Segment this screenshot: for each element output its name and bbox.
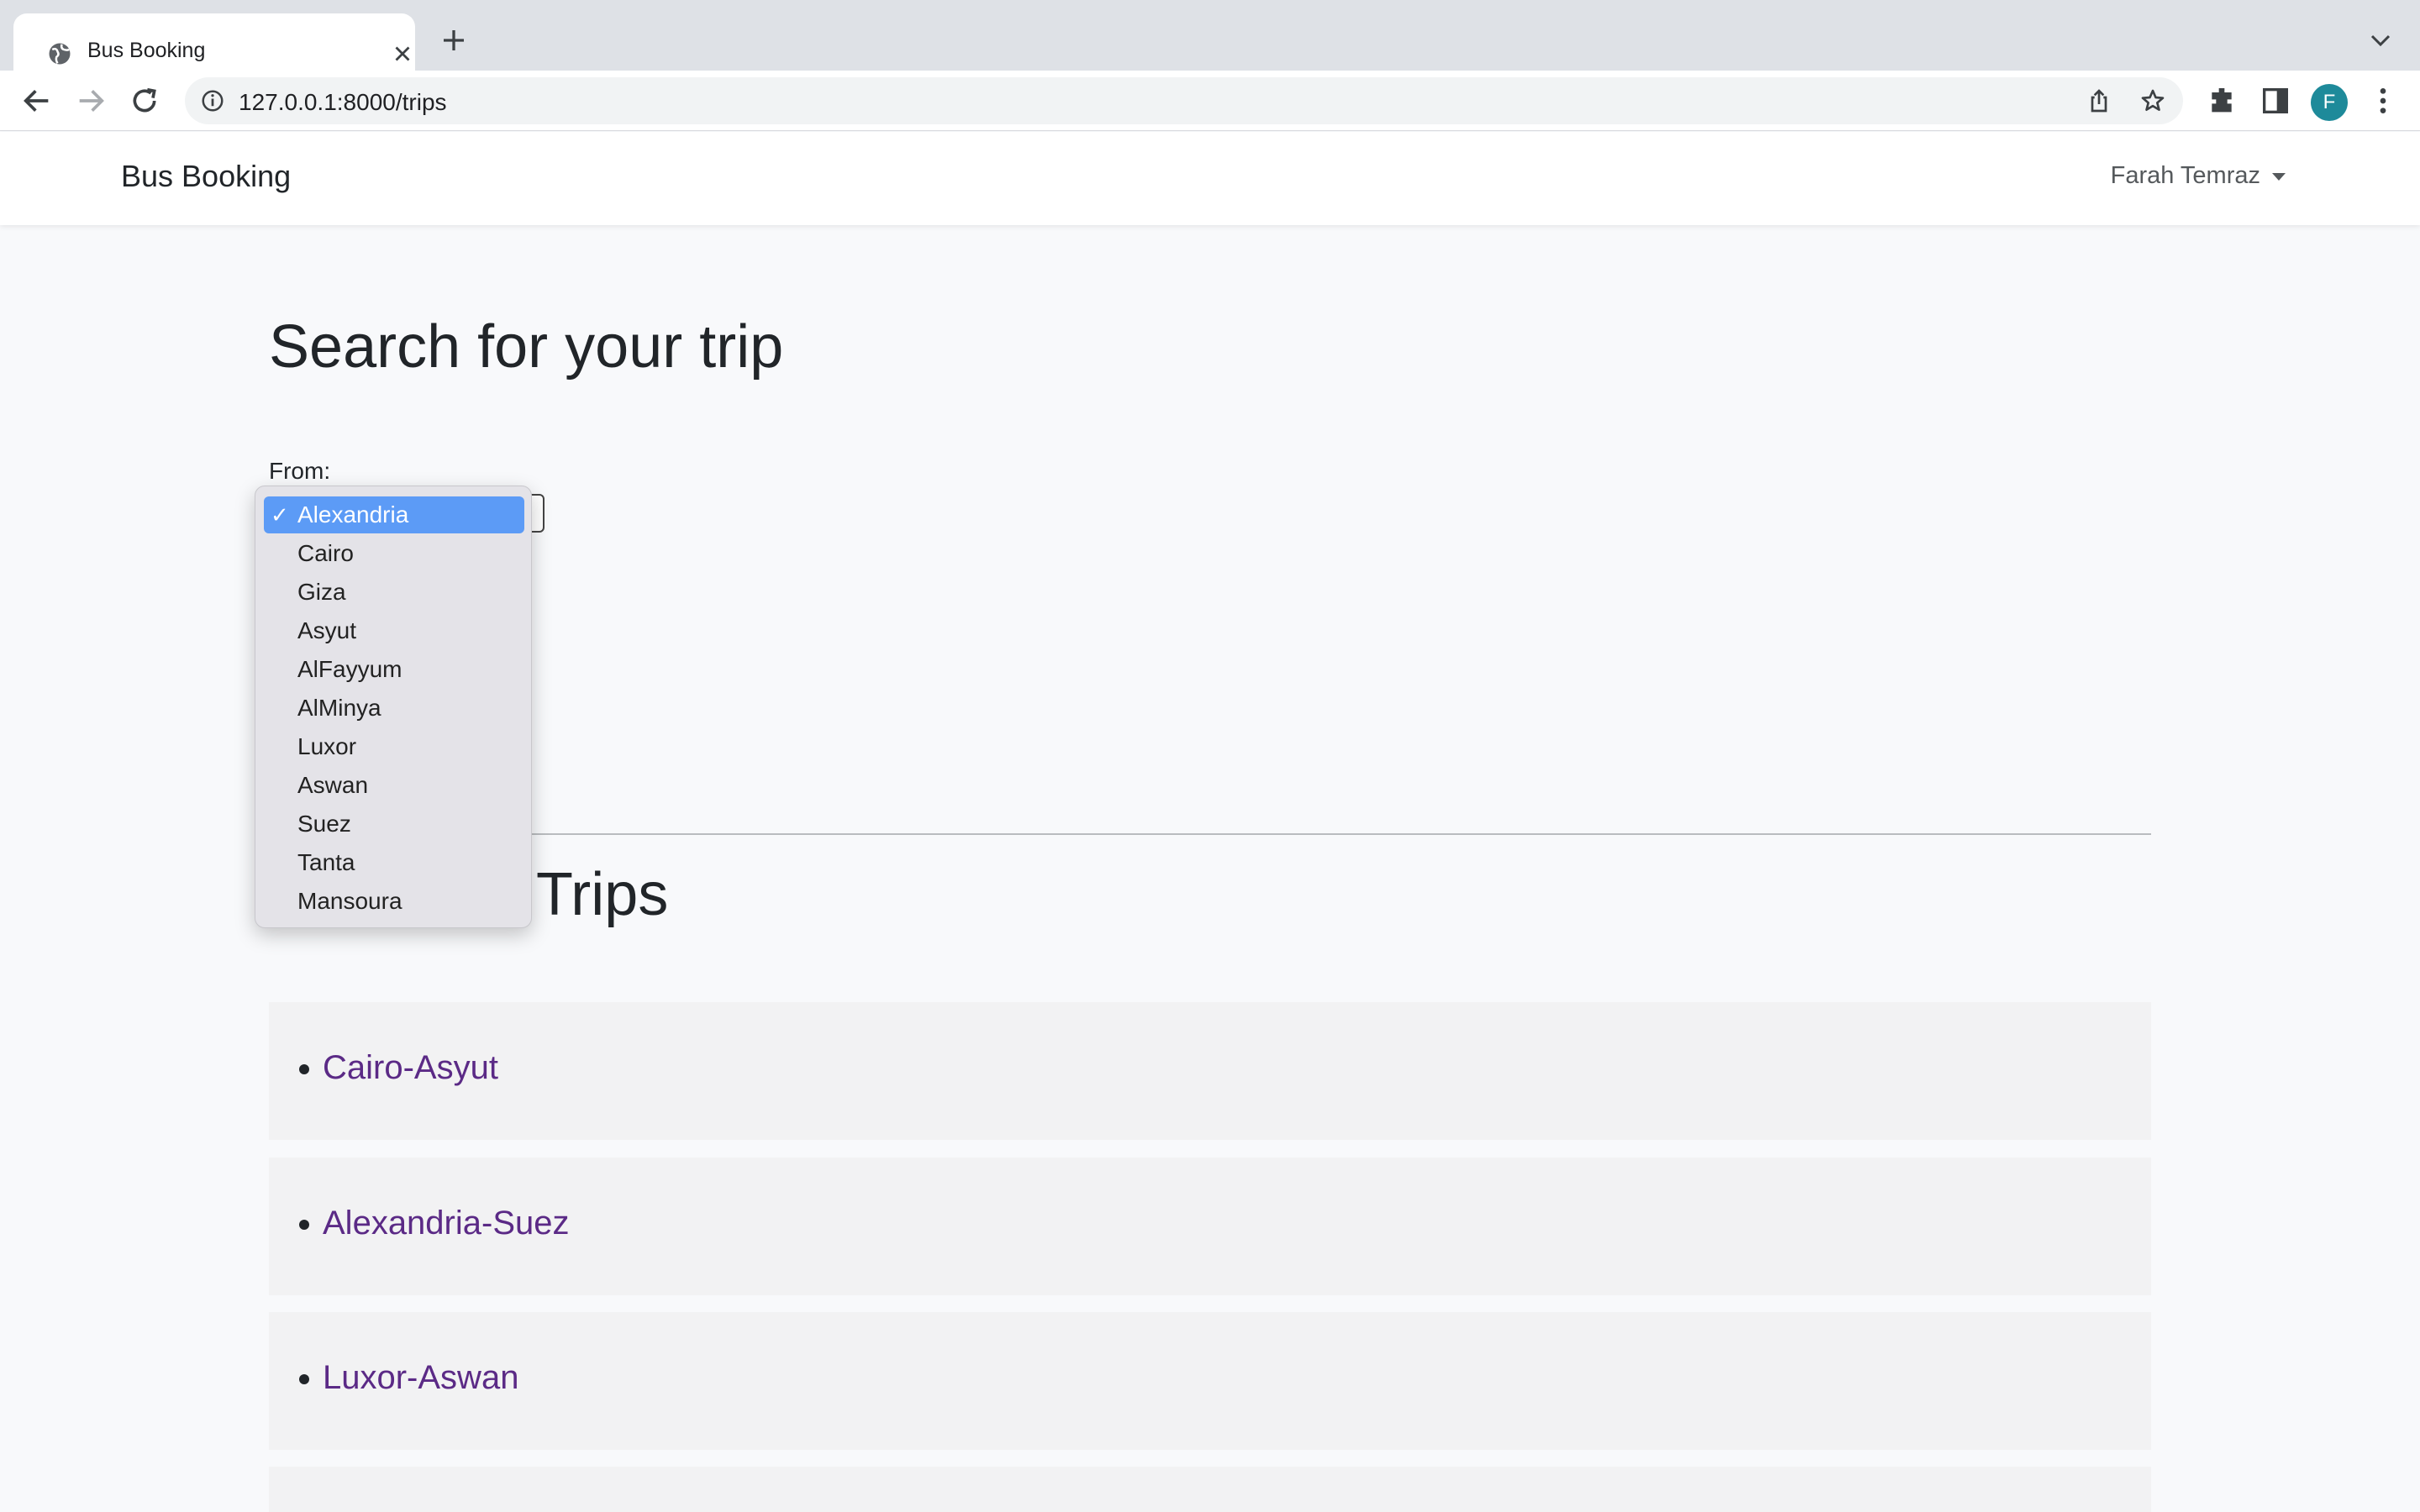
more-options-icon[interactable] [2366,84,2400,118]
share-icon[interactable] [2086,87,2112,114]
option-item[interactable]: AlFayyum [264,651,524,688]
user-dropdown-toggle[interactable]: Farah Temraz [2111,162,2286,190]
option-item[interactable]: Luxor [264,728,524,765]
from-label: From: [269,458,331,484]
section-divider [269,833,2151,835]
trip-link[interactable]: Cairo-Asyut [323,1049,498,1087]
bullet-icon [299,1374,309,1384]
trip-link[interactable]: Alexandria-Suez [323,1205,570,1242]
new-tab-icon[interactable] [439,25,469,55]
profile-avatar[interactable]: F [2311,84,2348,121]
url-text: 127.0.0.1:8000/trips [239,89,447,115]
page-title: Search for your trip [269,313,784,381]
browser-toolbar: 127.0.0.1:8000/trips [0,71,2420,131]
checkmark-icon: ✓ [271,502,289,528]
brand-link[interactable]: Bus Booking [121,159,291,194]
tab-title: Bus Booking [87,39,206,62]
reload-icon[interactable] [128,84,161,118]
option-item[interactable]: Mansoura [264,883,524,920]
option-item[interactable]: Tanta [264,844,524,881]
chevron-down-icon[interactable] [2368,30,2393,50]
extensions-icon[interactable] [2205,84,2238,118]
trip-card [269,1467,2151,1512]
forward-icon[interactable] [74,84,108,118]
option-item[interactable]: AlMinya [264,690,524,727]
browser-tab[interactable]: Bus Booking [13,13,415,71]
option-item[interactable]: Suez [264,806,524,843]
info-icon[interactable] [200,88,225,113]
trip-card: Luxor-Aswan [269,1312,2151,1450]
option-item[interactable]: ✓ Alexandria [264,496,524,533]
globe-icon [49,43,71,65]
address-bar[interactable]: 127.0.0.1:8000/trips [185,77,2183,124]
option-item[interactable]: Cairo [264,535,524,572]
trip-card: Alexandria-Suez [269,1158,2151,1295]
trips-heading-text: Trips [536,861,669,928]
bullet-icon [299,1064,309,1074]
user-name: Farah Temraz [2110,162,2260,189]
from-options-popup: ✓ Alexandria Cairo Giza Asyut AlFayyum Al… [255,486,532,928]
option-item[interactable]: Giza [264,574,524,611]
trip-link[interactable]: Luxor-Aswan [323,1359,518,1397]
option-item[interactable]: Asyut [264,612,524,649]
option-item[interactable]: Aswan [264,767,524,804]
site-navbar: Bus Booking Farah Temraz [0,132,2420,225]
side-panel-icon[interactable] [2259,84,2292,118]
back-icon[interactable] [20,84,54,118]
close-tab-icon[interactable] [390,41,415,66]
trip-card: Cairo-Asyut [269,1002,2151,1140]
bullet-icon [299,1220,309,1230]
caret-down-icon [2272,172,2286,181]
bookmark-star-icon[interactable] [2139,87,2166,114]
browser-tabstrip: Bus Booking [0,0,2420,71]
